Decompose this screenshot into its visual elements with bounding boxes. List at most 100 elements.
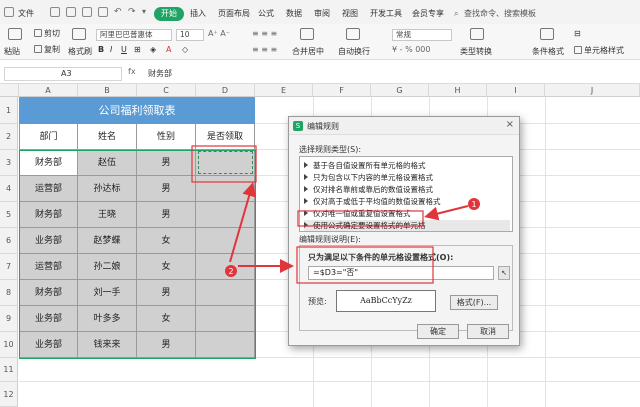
col-header-a[interactable]: A: [19, 84, 78, 97]
formula-input[interactable]: 财务部: [148, 68, 172, 79]
col-header-b[interactable]: B: [78, 84, 137, 97]
row-header-2[interactable]: 2: [0, 124, 18, 150]
col-header-j[interactable]: J: [545, 84, 640, 97]
wrap-icon[interactable]: [346, 28, 360, 40]
col-header-d[interactable]: D: [196, 84, 255, 97]
rule-type-item[interactable]: 只为包含以下内容的单元格设置格式: [304, 172, 510, 183]
table-cell[interactable]: 女: [137, 306, 196, 332]
italic-icon[interactable]: I: [110, 45, 112, 54]
table-cell[interactable]: 业务部: [19, 306, 78, 332]
export-icon[interactable]: [98, 7, 108, 17]
row-header-7[interactable]: 7: [0, 254, 18, 280]
paste-button[interactable]: 粘贴: [4, 46, 20, 57]
cell-style-button[interactable]: 单元格样式: [574, 45, 624, 56]
table-cell[interactable]: [196, 254, 255, 280]
col-header-c[interactable]: C: [137, 84, 196, 97]
row-header-6[interactable]: 6: [0, 228, 18, 254]
ok-button[interactable]: 确定: [417, 324, 459, 339]
print-icon[interactable]: [66, 7, 76, 17]
cut-button[interactable]: 剪切: [34, 28, 60, 39]
redo-icon[interactable]: ↷: [128, 0, 136, 24]
fx-icon[interactable]: fx: [128, 67, 136, 76]
table-cell[interactable]: 孙二娘: [78, 254, 137, 280]
format-button[interactable]: 格式(F)...: [450, 295, 498, 310]
name-box[interactable]: A3: [4, 67, 122, 81]
tab-view[interactable]: 视图: [342, 7, 358, 21]
font-name-select[interactable]: 阿里巴巴普惠体: [96, 29, 172, 41]
row-header-12[interactable]: 12: [0, 382, 18, 407]
rule-type-item[interactable]: 仅对唯一值或重复值设置格式: [304, 208, 510, 219]
tab-home[interactable]: 开始: [154, 7, 184, 21]
table-cell[interactable]: 财务部: [19, 280, 78, 306]
col-header-f[interactable]: F: [313, 84, 371, 97]
row-header-4[interactable]: 4: [0, 176, 18, 202]
tab-data[interactable]: 数据: [286, 7, 302, 21]
table-cell[interactable]: [196, 150, 255, 176]
row-header-5[interactable]: 5: [0, 202, 18, 228]
rule-type-item[interactable]: 仅对排名靠前或靠后的数值设置格式: [304, 184, 510, 195]
table-cell[interactable]: 孙达标: [78, 176, 137, 202]
number-format-select[interactable]: 常规: [392, 29, 452, 41]
rule-type-item-selected[interactable]: 使用公式确定要设置格式的单元格: [304, 220, 510, 231]
row-header-11[interactable]: 11: [0, 358, 18, 382]
table-cell[interactable]: 运营部: [19, 254, 78, 280]
table-cell[interactable]: [196, 306, 255, 332]
col-header-h[interactable]: H: [429, 84, 487, 97]
rule-type-list[interactable]: 基于各自值设置所有单元格的格式 只为包含以下内容的单元格设置格式 仅对排名靠前或…: [299, 156, 513, 232]
close-icon[interactable]: ×: [506, 119, 514, 130]
border-icon[interactable]: ⊞: [134, 45, 141, 54]
preview-icon[interactable]: [82, 7, 92, 17]
merge-icon[interactable]: [300, 28, 314, 40]
table-cell[interactable]: 财务部: [19, 150, 78, 176]
table-cell[interactable]: 男: [137, 332, 196, 358]
type-convert-button[interactable]: 类型转换: [460, 46, 492, 57]
wrap-button[interactable]: 自动换行: [338, 46, 370, 57]
search-icon[interactable]: ⌕: [454, 7, 458, 21]
clear-icon[interactable]: ◇: [182, 45, 188, 54]
dialog-titlebar[interactable]: S 编辑规则 ×: [289, 117, 519, 135]
table-cell[interactable]: 女: [137, 254, 196, 280]
tab-developer[interactable]: 开发工具: [370, 7, 402, 21]
paste-icon[interactable]: [8, 28, 22, 40]
currency-icon[interactable]: ¥ - % 000: [392, 45, 430, 54]
table-cell[interactable]: 钱来来: [78, 332, 137, 358]
table-cell[interactable]: [196, 176, 255, 202]
tab-page-layout[interactable]: 页面布局: [218, 7, 250, 21]
table-cell[interactable]: 男: [137, 202, 196, 228]
table-cell[interactable]: 男: [137, 280, 196, 306]
select-all-corner[interactable]: [0, 84, 19, 97]
undo-icon[interactable]: ↶: [114, 0, 122, 24]
copy-button[interactable]: 复制: [34, 44, 60, 55]
formula-field[interactable]: =$D3="否": [308, 266, 494, 280]
align-top-icon[interactable]: ≡ ≡ ≡: [252, 29, 277, 38]
cond-format-button[interactable]: 条件格式: [532, 46, 564, 57]
header-department[interactable]: 部门: [19, 124, 78, 150]
table-cell[interactable]: 女: [137, 228, 196, 254]
tab-insert[interactable]: 插入: [190, 7, 206, 21]
table-cell[interactable]: 赵伍: [78, 150, 137, 176]
table-cell[interactable]: [196, 332, 255, 358]
col-header-i[interactable]: I: [487, 84, 545, 97]
font-grow-icon[interactable]: A⁺ A⁻: [208, 29, 230, 38]
table-cell[interactable]: 赵梦蝶: [78, 228, 137, 254]
bold-icon[interactable]: B: [98, 45, 104, 54]
search-command[interactable]: 查找命令、搜索模板: [464, 7, 536, 21]
font-size-select[interactable]: 10: [176, 29, 204, 41]
row-header-9[interactable]: 9: [0, 306, 18, 332]
merge-button[interactable]: 合并居中: [292, 46, 324, 57]
row-header-3[interactable]: 3: [0, 150, 18, 176]
type-convert-icon[interactable]: [470, 28, 484, 40]
cancel-button[interactable]: 取消: [467, 324, 509, 339]
col-header-e[interactable]: E: [255, 84, 313, 97]
table-cell[interactable]: 男: [137, 176, 196, 202]
row-header-8[interactable]: 8: [0, 280, 18, 306]
table-cell[interactable]: 男: [137, 150, 196, 176]
header-received[interactable]: 是否领取: [196, 124, 255, 150]
dropdown-icon[interactable]: ▾: [142, 0, 146, 24]
header-gender[interactable]: 性别: [137, 124, 196, 150]
table-cell[interactable]: 运营部: [19, 176, 78, 202]
format-painter-button[interactable]: 格式刷: [68, 46, 92, 57]
font-color-icon[interactable]: A: [166, 45, 171, 54]
range-picker-button[interactable]: ↖: [498, 266, 510, 280]
header-name[interactable]: 姓名: [78, 124, 137, 150]
